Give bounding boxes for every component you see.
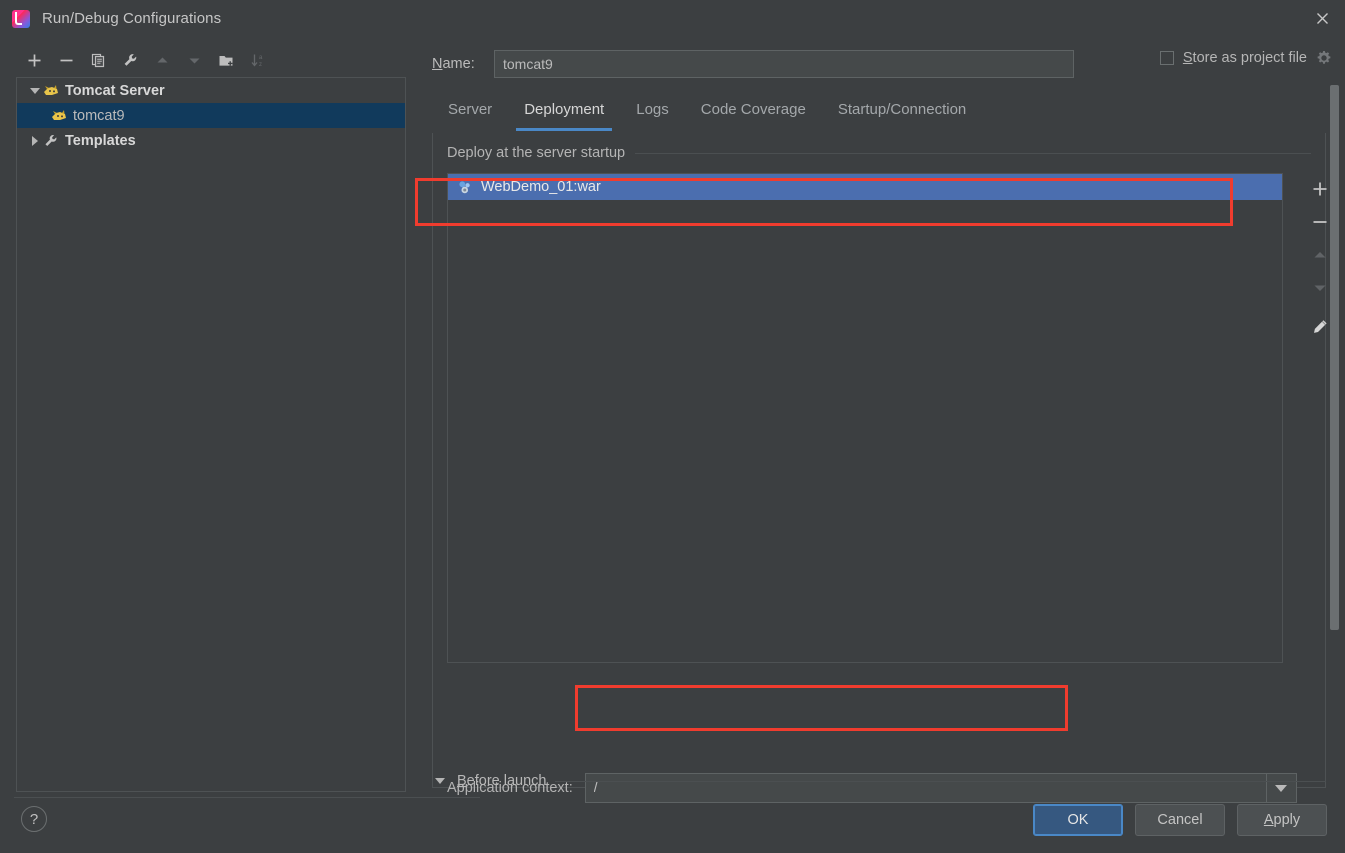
move-up-button[interactable] bbox=[146, 47, 178, 73]
store-as-project-file-checkbox[interactable] bbox=[1159, 51, 1174, 65]
name-row: Name: Store as project file bbox=[418, 45, 1332, 83]
intellij-idea-icon bbox=[12, 9, 30, 28]
move-into-folder-button[interactable] bbox=[210, 47, 242, 73]
tree-node-label: Templates bbox=[65, 132, 136, 149]
sort-configurations-button[interactable]: a z bbox=[242, 47, 274, 73]
list-item[interactable]: WebDemo_01:war bbox=[448, 174, 1282, 200]
tab-startup-connection[interactable]: Startup/Connection bbox=[822, 93, 982, 131]
pencil-icon bbox=[1314, 320, 1327, 333]
tab-deployment[interactable]: Deployment bbox=[508, 93, 620, 131]
configurations-panel: a z Tomcat Server tomcat9 Templates bbox=[12, 45, 406, 796]
artifact-icon bbox=[459, 180, 470, 193]
tree-node-label: tomcat9 bbox=[73, 107, 125, 124]
tree-node-label: Tomcat Server bbox=[65, 82, 165, 99]
minus-icon bbox=[1313, 221, 1327, 223]
footer-buttons: OK Cancel Apply bbox=[1033, 804, 1327, 836]
before-launch-label[interactable]: Before launch bbox=[457, 773, 546, 789]
plus-icon bbox=[1313, 182, 1327, 196]
chevron-right-icon[interactable] bbox=[27, 133, 43, 149]
arrow-up-icon bbox=[157, 57, 167, 62]
add-configuration-button[interactable] bbox=[18, 47, 50, 73]
arrow-down-icon bbox=[189, 58, 199, 63]
apply-button[interactable]: Apply bbox=[1237, 804, 1327, 836]
tree-node-tomcat9[interactable]: tomcat9 bbox=[17, 103, 405, 128]
remove-configuration-button[interactable] bbox=[50, 47, 82, 73]
section-divider bbox=[555, 780, 1326, 782]
dialog-footer: ? OK Cancel Apply bbox=[0, 796, 1345, 853]
copy-icon bbox=[91, 53, 104, 67]
tab-logs[interactable]: Logs bbox=[620, 93, 685, 131]
tab-server[interactable]: Server bbox=[432, 93, 508, 131]
title-bar: Run/Debug Configurations bbox=[0, 0, 1345, 37]
cancel-button[interactable]: Cancel bbox=[1135, 804, 1225, 836]
dialog-scrollbar-thumb[interactable] bbox=[1330, 85, 1339, 630]
tomcat-icon bbox=[52, 109, 66, 120]
plus-icon bbox=[28, 54, 40, 66]
before-launch-section: Before launch bbox=[432, 773, 1326, 789]
page-title: Run/Debug Configurations bbox=[42, 10, 222, 27]
tab-code-coverage[interactable]: Code Coverage bbox=[685, 93, 822, 131]
deployment-tab-panel: Deploy at the server startup WebDemo_01:… bbox=[432, 133, 1327, 803]
wrench-icon bbox=[124, 53, 136, 66]
section-divider bbox=[635, 152, 1311, 154]
configuration-editor-panel: Name: Store as project file Server Deplo… bbox=[418, 45, 1332, 803]
svg-text:z: z bbox=[259, 62, 262, 68]
wrench-icon bbox=[45, 134, 57, 146]
deploy-section-title: Deploy at the server startup bbox=[447, 145, 626, 161]
new-folder-icon bbox=[219, 55, 232, 66]
arrow-up-icon bbox=[1314, 252, 1326, 258]
gear-icon[interactable] bbox=[1316, 50, 1332, 66]
configuration-tabs: Server Deployment Logs Code Coverage Sta… bbox=[418, 91, 1332, 131]
deployment-list-area: WebDemo_01:war bbox=[447, 173, 1327, 663]
ok-button[interactable]: OK bbox=[1033, 804, 1123, 836]
close-icon[interactable] bbox=[1299, 0, 1345, 37]
store-as-project-file-group: Store as project file bbox=[1159, 50, 1332, 66]
configurations-toolbar: a z bbox=[12, 45, 406, 75]
name-label: Name: bbox=[432, 56, 475, 72]
store-as-project-file-label[interactable]: Store as project file bbox=[1183, 50, 1307, 66]
tree-node-templates[interactable]: Templates bbox=[17, 128, 405, 153]
chevron-down-icon[interactable] bbox=[27, 83, 43, 99]
dialog-scrollbar[interactable] bbox=[1328, 82, 1341, 787]
move-down-button[interactable] bbox=[178, 47, 210, 73]
edit-templates-button[interactable] bbox=[114, 47, 146, 73]
chevron-down-icon[interactable] bbox=[432, 773, 448, 789]
list-item-label: WebDemo_01:war bbox=[481, 179, 601, 195]
deployment-artifacts-list[interactable]: WebDemo_01:war bbox=[447, 173, 1283, 663]
close-glyph bbox=[1316, 13, 1328, 24]
configurations-tree[interactable]: Tomcat Server tomcat9 Templates bbox=[16, 77, 406, 792]
help-button[interactable]: ? bbox=[21, 806, 47, 832]
name-input[interactable] bbox=[494, 50, 1074, 78]
arrow-down-icon bbox=[1314, 285, 1326, 291]
tree-node-tomcat-server[interactable]: Tomcat Server bbox=[17, 78, 405, 103]
svg-text:a: a bbox=[259, 55, 263, 61]
minus-icon bbox=[60, 59, 72, 61]
tomcat-icon bbox=[44, 84, 58, 95]
deploy-section-header: Deploy at the server startup bbox=[433, 133, 1325, 161]
run-debug-configurations-dialog: Run/Debug Configurations a z Tomcat Serv… bbox=[0, 0, 1345, 853]
sort-alpha-icon: a z bbox=[251, 54, 263, 68]
copy-configuration-button[interactable] bbox=[82, 47, 114, 73]
